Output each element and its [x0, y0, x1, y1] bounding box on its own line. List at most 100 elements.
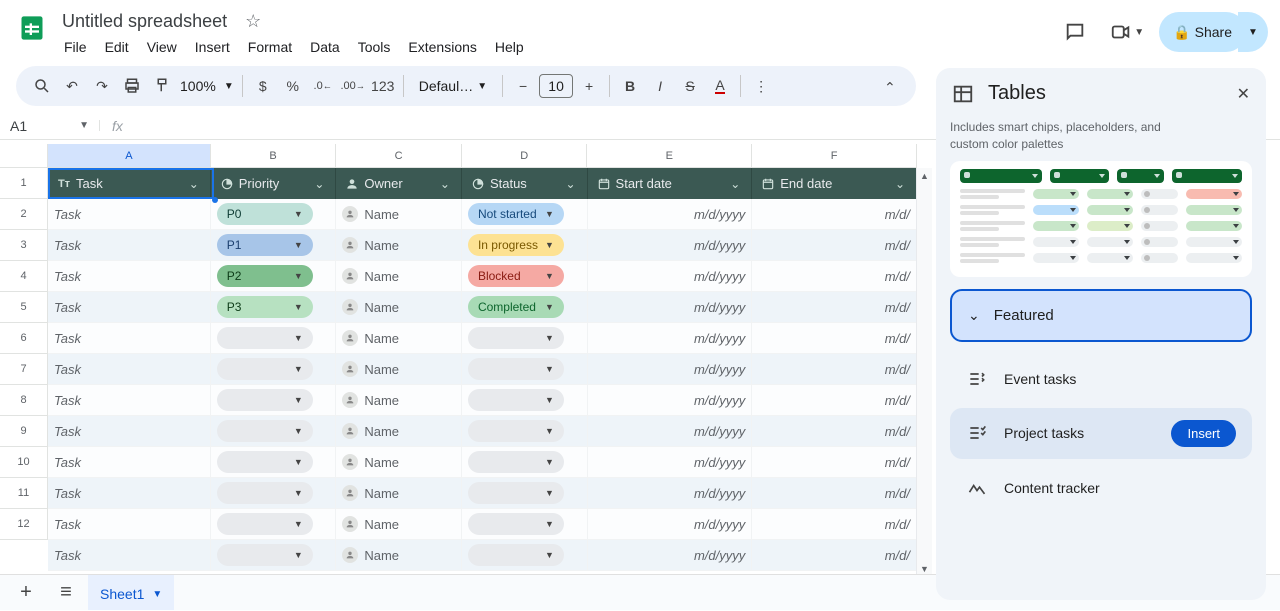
row-header[interactable]: 5 [0, 292, 48, 323]
column-menu-icon[interactable]: ⌄ [311, 176, 327, 192]
italic-icon[interactable]: I [646, 72, 674, 100]
owner-cell[interactable]: Name [336, 447, 462, 478]
menu-insert[interactable]: Insert [187, 35, 238, 59]
task-cell[interactable]: Task [48, 540, 211, 571]
end-date-cell[interactable]: m/d/ [752, 292, 917, 323]
print-icon[interactable] [118, 72, 146, 100]
font-decrease[interactable]: − [509, 72, 537, 100]
currency-icon[interactable]: $ [249, 72, 277, 100]
chip-dropdown-icon[interactable]: ▼ [545, 271, 554, 281]
col-header[interactable]: D [462, 144, 588, 168]
end-date-cell[interactable]: m/d/ [752, 509, 917, 540]
priority-cell[interactable]: ▼ [211, 509, 337, 540]
start-date-cell[interactable]: m/d/yyyy [588, 478, 753, 509]
share-dropdown[interactable]: ▼ [1238, 12, 1268, 52]
start-date-cell[interactable]: m/d/yyyy [588, 292, 753, 323]
menu-data[interactable]: Data [302, 35, 348, 59]
owner-cell[interactable]: Name [336, 540, 462, 571]
table-column-header[interactable]: Priority⌄ [211, 168, 337, 199]
chip-dropdown-icon[interactable]: ▼ [294, 550, 303, 560]
featured-section[interactable]: ⌄ Featured [950, 289, 1252, 342]
status-cell[interactable]: ▼ [462, 478, 588, 509]
font-increase[interactable]: + [575, 72, 603, 100]
menu-file[interactable]: File [56, 35, 95, 59]
row-header[interactable]: 10 [0, 447, 48, 478]
zoom-select[interactable]: 100%▼ [178, 78, 236, 94]
priority-cell[interactable]: ▼ [211, 540, 337, 571]
end-date-cell[interactable]: m/d/ [752, 354, 917, 385]
chip-dropdown-icon[interactable]: ▼ [545, 209, 554, 219]
chip-dropdown-icon[interactable]: ▼ [294, 457, 303, 467]
more-icon[interactable]: ⋮ [747, 72, 775, 100]
add-sheet-button[interactable]: + [8, 575, 44, 611]
start-date-cell[interactable]: m/d/yyyy [588, 385, 753, 416]
all-sheets-button[interactable]: ≡ [48, 575, 84, 611]
row-header[interactable]: 2 [0, 199, 48, 230]
start-date-cell[interactable]: m/d/yyyy [588, 323, 753, 354]
owner-cell[interactable]: Name [336, 354, 462, 385]
end-date-cell[interactable]: m/d/ [752, 478, 917, 509]
col-header[interactable]: F [752, 144, 917, 168]
share-button[interactable]: 🔒 Share [1159, 12, 1246, 52]
column-menu-icon[interactable]: ⌄ [892, 176, 908, 192]
column-menu-icon[interactable]: ⌄ [563, 176, 579, 192]
chip-dropdown-icon[interactable]: ▼ [294, 395, 303, 405]
priority-cell[interactable]: ▼ [211, 385, 337, 416]
increase-decimal-icon[interactable]: .00→ [339, 72, 367, 100]
menu-help[interactable]: Help [487, 35, 532, 59]
column-menu-icon[interactable]: ⌄ [727, 176, 743, 192]
template-item[interactable]: Project tasksInsert [950, 408, 1252, 459]
star-icon[interactable]: ☆ [245, 11, 261, 32]
chip-dropdown-icon[interactable]: ▼ [545, 333, 554, 343]
start-date-cell[interactable]: m/d/yyyy [588, 447, 753, 478]
chip-dropdown-icon[interactable]: ▼ [294, 333, 303, 343]
chip-dropdown-icon[interactable]: ▼ [545, 240, 554, 250]
chip-dropdown-icon[interactable]: ▼ [545, 426, 554, 436]
owner-cell[interactable]: Name [336, 292, 462, 323]
vertical-scrollbar[interactable]: ▲ ▼ [916, 168, 932, 577]
chip-dropdown-icon[interactable]: ▼ [294, 519, 303, 529]
task-cell[interactable]: Task [48, 478, 211, 509]
chip-dropdown-icon[interactable]: ▼ [545, 488, 554, 498]
table-column-header[interactable]: Status⌄ [462, 168, 588, 199]
row-header[interactable]: 11 [0, 478, 48, 509]
scroll-up-icon[interactable]: ▲ [917, 168, 932, 184]
status-cell[interactable]: Blocked▼ [462, 261, 588, 292]
row-header[interactable]: 12 [0, 509, 48, 540]
row-header[interactable]: 4 [0, 261, 48, 292]
status-cell[interactable]: ▼ [462, 447, 588, 478]
table-column-header[interactable]: Owner⌄ [336, 168, 462, 199]
end-date-cell[interactable]: m/d/ [752, 261, 917, 292]
sheet-tab[interactable]: Sheet1 ▼ [88, 575, 174, 610]
chip-dropdown-icon[interactable]: ▼ [545, 550, 554, 560]
task-cell[interactable]: Task [48, 416, 211, 447]
template-item[interactable]: Event tasks [950, 356, 1252, 402]
task-cell[interactable]: Task [48, 323, 211, 354]
priority-cell[interactable]: ▼ [211, 354, 337, 385]
row-header[interactable]: 1 [0, 168, 48, 199]
number-format[interactable]: 123 [369, 72, 397, 100]
row-header[interactable]: 3 [0, 230, 48, 261]
end-date-cell[interactable]: m/d/ [752, 447, 917, 478]
task-cell[interactable]: Task [48, 385, 211, 416]
row-header[interactable]: 8 [0, 385, 48, 416]
end-date-cell[interactable]: m/d/ [752, 385, 917, 416]
chip-dropdown-icon[interactable]: ▼ [294, 364, 303, 374]
end-date-cell[interactable]: m/d/ [752, 323, 917, 354]
chip-dropdown-icon[interactable]: ▼ [545, 302, 554, 312]
font-select[interactable]: Defaul…▼ [410, 75, 496, 97]
end-date-cell[interactable]: m/d/ [752, 540, 917, 571]
redo-icon[interactable]: ↷ [88, 72, 116, 100]
status-cell[interactable]: ▼ [462, 354, 588, 385]
chip-dropdown-icon[interactable]: ▼ [545, 457, 554, 467]
chip-dropdown-icon[interactable]: ▼ [294, 302, 303, 312]
owner-cell[interactable]: Name [336, 385, 462, 416]
search-icon[interactable] [28, 72, 56, 100]
start-date-cell[interactable]: m/d/yyyy [588, 540, 753, 571]
select-all-corner[interactable] [0, 144, 48, 168]
owner-cell[interactable]: Name [336, 416, 462, 447]
menu-view[interactable]: View [139, 35, 185, 59]
owner-cell[interactable]: Name [336, 509, 462, 540]
sheets-logo[interactable] [12, 8, 52, 48]
table-column-header[interactable]: TᴛTask⌄ [48, 168, 211, 199]
